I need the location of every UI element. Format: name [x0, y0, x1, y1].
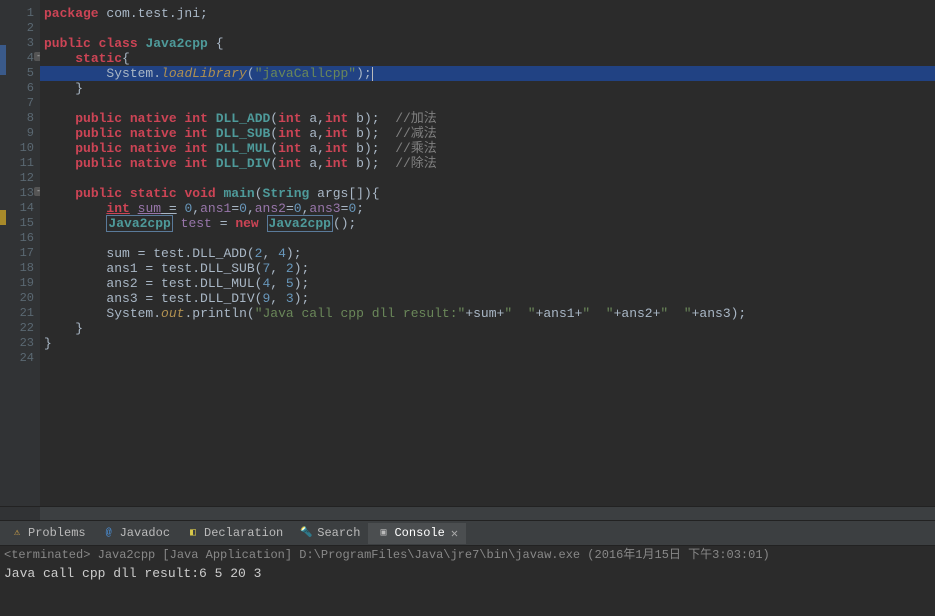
line-number: 19 — [0, 276, 40, 291]
declaration-icon: ◧ — [186, 526, 200, 540]
console-output[interactable]: Java call cpp dll result:6 5 20 3 — [0, 564, 935, 616]
code-line[interactable]: public native int DLL_DIV(int a,int b); … — [40, 156, 935, 171]
text-cursor — [372, 67, 373, 81]
line-number: 5 — [0, 66, 40, 81]
line-number: 13- — [0, 186, 40, 201]
code-line[interactable] — [40, 21, 935, 36]
line-number: 10 — [0, 141, 40, 156]
code-line[interactable]: public class Java2cpp { — [40, 36, 935, 51]
tab-console[interactable]: ▣Console✕ — [368, 523, 466, 544]
code-line[interactable] — [40, 96, 935, 111]
scroll-corner — [0, 507, 40, 520]
code-line[interactable]: ans2 = test.DLL_MUL(4, 5); — [40, 276, 935, 291]
code-line[interactable] — [40, 351, 935, 366]
code-editor: 1 2 3 4- 5 6 7 8 9 10 11 12 13- 14 15 16… — [0, 0, 935, 506]
code-line[interactable]: System.out.println("Java call cpp dll re… — [40, 306, 935, 321]
code-line[interactable] — [40, 231, 935, 246]
line-gutter: 1 2 3 4- 5 6 7 8 9 10 11 12 13- 14 15 16… — [0, 0, 40, 506]
code-line[interactable]: static{ — [40, 51, 935, 66]
close-icon[interactable]: ✕ — [451, 526, 458, 541]
problems-icon: ⚠ — [10, 526, 24, 540]
line-number: 6 — [0, 81, 40, 96]
code-line[interactable]: } — [40, 321, 935, 336]
code-line[interactable]: public native int DLL_MUL(int a,int b); … — [40, 141, 935, 156]
code-line[interactable]: public native int DLL_ADD(int a,int b); … — [40, 111, 935, 126]
line-number: 24 — [0, 351, 40, 366]
tab-search[interactable]: 🔦Search — [291, 523, 368, 543]
line-number: 22 — [0, 321, 40, 336]
view-tabs: ⚠Problems @Javadoc ◧Declaration 🔦Search … — [0, 520, 935, 546]
scroll-track[interactable] — [40, 507, 935, 520]
javadoc-icon: @ — [102, 526, 116, 540]
line-number: 9 — [0, 126, 40, 141]
line-number: 14 — [0, 201, 40, 216]
line-number: 23 — [0, 336, 40, 351]
line-number: 20 — [0, 291, 40, 306]
console-panel: <terminated> Java2cpp [Java Application]… — [0, 546, 935, 616]
line-number: 11 — [0, 156, 40, 171]
code-line[interactable]: Java2cpp test = new Java2cpp(); — [40, 216, 935, 231]
code-line[interactable]: ans3 = test.DLL_DIV(9, 3); — [40, 291, 935, 306]
console-launch-info: <terminated> Java2cpp [Java Application]… — [0, 546, 935, 564]
console-icon: ▣ — [376, 526, 390, 540]
code-line[interactable]: } — [40, 81, 935, 96]
line-number: 21 — [0, 306, 40, 321]
code-line[interactable]: public native int DLL_SUB(int a,int b); … — [40, 126, 935, 141]
code-line[interactable]: package com.test.jni; — [40, 6, 935, 21]
code-line[interactable]: System.loadLibrary("javaCallcpp"); — [40, 66, 935, 81]
line-number: 2 — [0, 21, 40, 36]
line-number: 8 — [0, 111, 40, 126]
code-line[interactable] — [40, 171, 935, 186]
line-number: 18 — [0, 261, 40, 276]
search-icon: 🔦 — [299, 526, 313, 540]
tab-problems[interactable]: ⚠Problems — [2, 523, 94, 543]
code-line[interactable]: sum = test.DLL_ADD(2, 4); — [40, 246, 935, 261]
horizontal-scrollbar[interactable] — [0, 506, 935, 520]
line-number: 16 — [0, 231, 40, 246]
line-number: 1 — [0, 6, 40, 21]
line-number: 4- — [0, 51, 40, 66]
tab-declaration[interactable]: ◧Declaration — [178, 523, 291, 543]
tab-javadoc[interactable]: @Javadoc — [94, 523, 178, 543]
code-line[interactable]: } — [40, 336, 935, 351]
code-area[interactable]: package com.test.jni; public class Java2… — [40, 0, 935, 506]
code-line[interactable]: int sum = 0,ans1=0,ans2=0,ans3=0; — [40, 201, 935, 216]
line-number: 3 — [0, 36, 40, 51]
code-line[interactable]: public static void main(String args[]){ — [40, 186, 935, 201]
line-number: 7 — [0, 96, 40, 111]
line-number: 15 — [0, 216, 40, 231]
line-number: 17 — [0, 246, 40, 261]
line-number: 12 — [0, 171, 40, 186]
code-line[interactable]: ans1 = test.DLL_SUB(7, 2); — [40, 261, 935, 276]
